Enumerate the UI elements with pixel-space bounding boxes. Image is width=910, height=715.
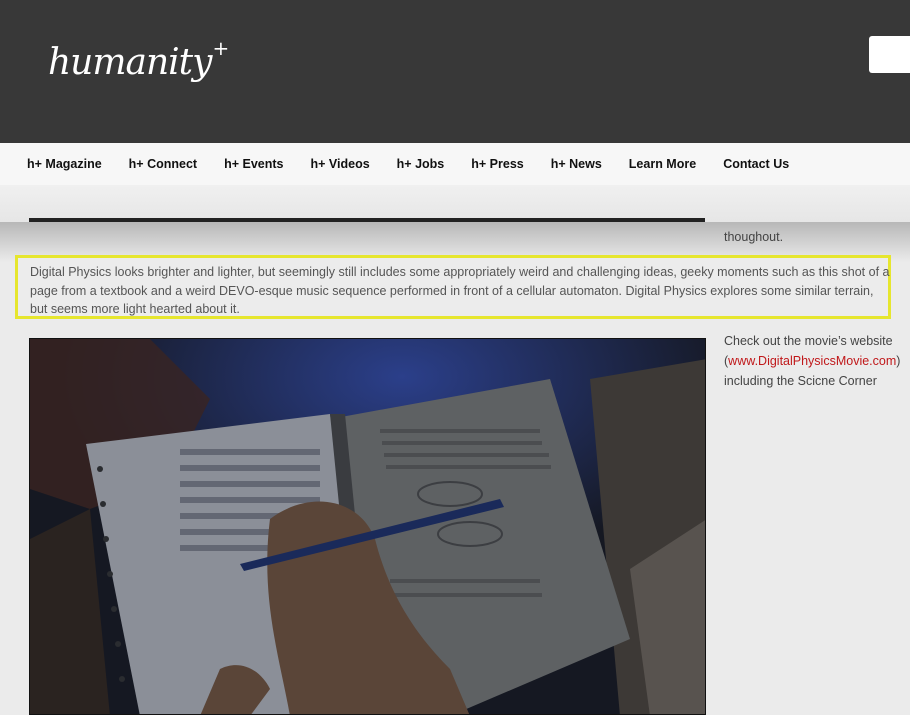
search-input[interactable] [869,36,910,73]
nav-item-connect[interactable]: h+ Connect [129,157,197,171]
sidebar-movie-note: Check out the movie’s website (www.Digit… [724,331,904,391]
movie-still-illustration [30,339,705,714]
sidebar-previous-text: thoughout. [724,230,784,244]
logo-text: humanity [48,42,212,83]
humanity-plus-logo[interactable]: humanity+ [48,38,229,83]
sub-navigation-bar [0,185,910,222]
movie-still-image [29,338,706,715]
nav-item-press[interactable]: h+ Press [471,157,523,171]
logo-plus: + [212,36,229,60]
nav-item-videos[interactable]: h+ Videos [311,157,370,171]
nav-item-events[interactable]: h+ Events [224,157,283,171]
main-navigation: h+ Magazine h+ Connect h+ Events h+ Vide… [0,143,910,186]
nav-item-contact-us[interactable]: Contact Us [723,157,789,171]
nav-item-news[interactable]: h+ News [551,157,602,171]
highlighted-paragraph-box: Digital Physics looks brighter and light… [15,255,891,319]
nav-item-learn-more[interactable]: Learn More [629,157,696,171]
site-header: humanity+ [0,0,910,143]
movie-website-link[interactable]: www.DigitalPhysicsMovie.com [728,354,896,368]
nav-item-magazine[interactable]: h+ Magazine [27,157,102,171]
nav-item-jobs[interactable]: h+ Jobs [397,157,445,171]
article-paragraph: Digital Physics looks brighter and light… [30,265,890,317]
